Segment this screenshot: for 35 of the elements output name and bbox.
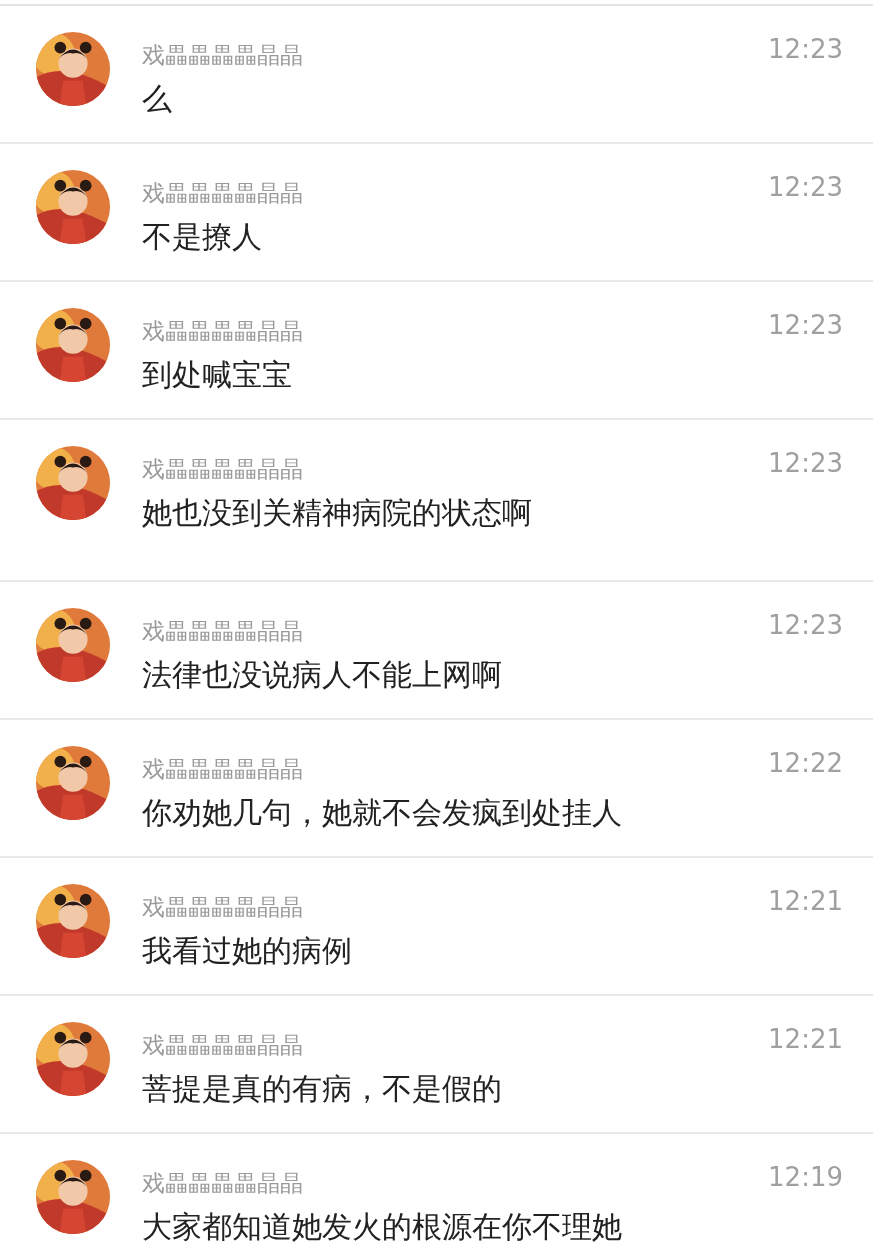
message-text: 大家都知道她发火的根源在你不理她 [142, 1208, 623, 1244]
sender-name: 戏畾畾畾畾晶晶 [142, 617, 303, 646]
sender-name: 戏畾畾畾畾晶晶 [142, 1031, 303, 1060]
message-row[interactable]: 戏畾畾畾畾晶晶 12:23 她也没到关精神病院的状态啊 [0, 420, 873, 582]
message-row[interactable]: 戏畾畾畾畾晶晶 12:22 你劝她几句，她就不会发疯到处挂人 [0, 720, 873, 858]
sender-name: 戏畾畾畾畾晶晶 [142, 317, 303, 346]
message-time: 12:21 [768, 1024, 843, 1054]
message-text: 菩提是真的有病，不是假的 [142, 1070, 503, 1108]
message-text: 我看过她的病例 [142, 932, 353, 970]
message-row[interactable]: 戏畾畾畾畾晶晶 12:23 到处喊宝宝 [0, 282, 873, 420]
message-row[interactable]: 戏畾畾畾畾晶晶 12:21 我看过她的病例 [0, 858, 873, 996]
message-time: 12:22 [768, 748, 843, 778]
message-time: 12:23 [768, 610, 843, 640]
message-time: 12:19 [768, 1162, 843, 1192]
message-time: 12:23 [768, 34, 843, 64]
message-text: 法律也没说病人不能上网啊 [142, 656, 503, 694]
message-time: 12:23 [768, 172, 843, 202]
sender-name: 戏畾畾畾畾晶晶 [142, 41, 303, 70]
message-row[interactable]: 戏畾畾畾畾晶晶 12:21 菩提是真的有病，不是假的 [0, 996, 873, 1134]
sender-name: 戏畾畾畾畾晶晶 [142, 893, 303, 922]
message-row[interactable]: 戏畾畾畾畾晶晶 12:23 么 [0, 6, 873, 144]
message-text: 她也没到关精神病院的状态啊 [142, 494, 533, 532]
message-text: 到处喊宝宝 [142, 356, 293, 394]
message-time: 12:23 [768, 310, 843, 340]
message-text: 你劝她几句，她就不会发疯到处挂人 [142, 794, 623, 832]
sender-name: 戏畾畾畾畾晶晶 [142, 755, 303, 784]
message-time: 12:23 [768, 448, 843, 478]
message-time: 12:21 [768, 886, 843, 916]
message-text: 不是撩人 [142, 218, 263, 256]
sender-name: 戏畾畾畾畾晶晶 [142, 455, 303, 484]
sender-name: 戏畾畾畾畾晶晶 [142, 1169, 303, 1198]
message-row[interactable]: 戏畾畾畾畾晶晶 12:23 法律也没说病人不能上网啊 [0, 582, 873, 720]
message-row[interactable]: 戏畾畾畾畾晶晶 12:23 不是撩人 [0, 144, 873, 282]
message-text: 么 [142, 80, 173, 118]
sender-name: 戏畾畾畾畾晶晶 [142, 179, 303, 208]
